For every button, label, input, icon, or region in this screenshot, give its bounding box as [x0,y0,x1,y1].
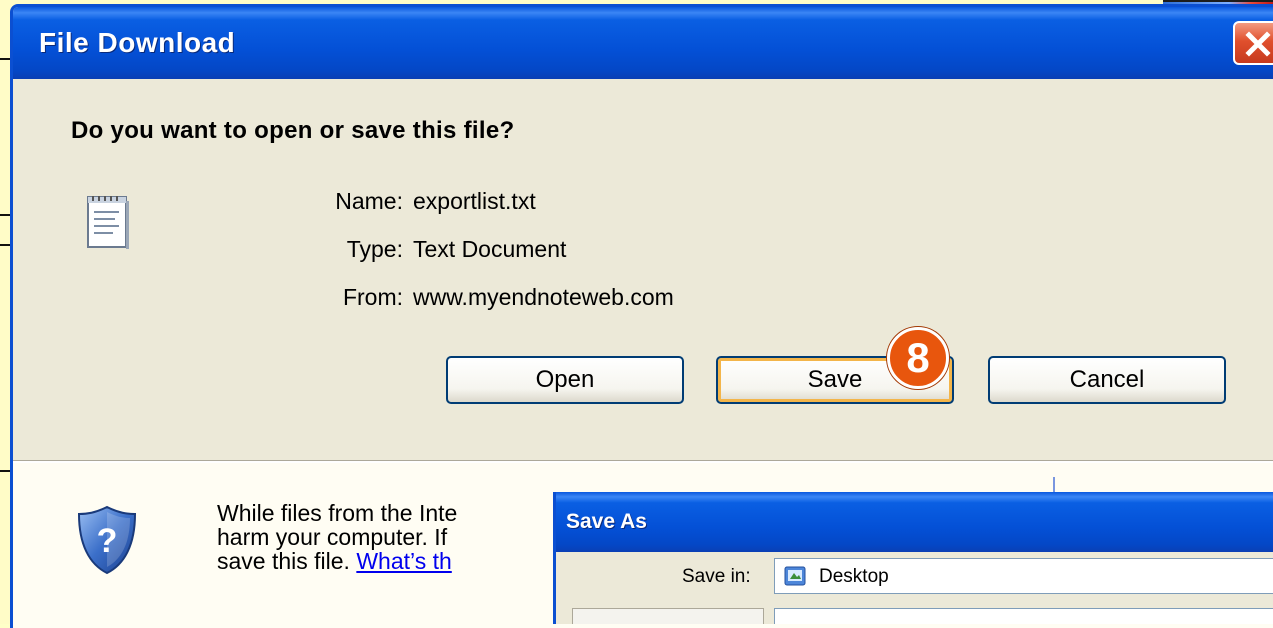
download-question: Do you want to open or save this file? [71,117,515,144]
file-source: www.myendnoteweb.com [413,284,674,310]
save-as-titlebar[interactable]: Save As [556,492,1273,552]
file-download-titlebar[interactable]: File Download [13,7,1273,79]
close-button[interactable] [1233,21,1273,65]
whats-the-risk-link[interactable]: What’s th [356,548,451,574]
file-name: exportlist.txt [413,188,536,214]
from-label: From: [342,284,403,310]
warning-line-prefix: save this file. [217,548,357,574]
security-warning-text: While files from the Inte harm your comp… [217,501,577,573]
places-bar[interactable] [572,608,764,624]
dialog-title: File Download [39,27,236,58]
type-label: Type: [346,236,403,262]
cancel-button[interactable]: Cancel [988,356,1226,404]
desktop-folder-icon [784,566,806,586]
name-label: Name: [335,188,403,214]
warning-line: save this file. What’s th [217,549,577,573]
close-icon [1245,31,1271,57]
save-in-dropdown[interactable]: Desktop [774,558,1273,594]
save-as-dialog: Save As Save in: Desktop [553,492,1273,624]
background-window-edge [1163,0,1273,2]
svg-text:?: ? [97,522,118,560]
file-type: Text Document [413,236,567,262]
open-button[interactable]: Open [446,356,684,404]
save-as-title: Save As [566,510,647,533]
save-in-label: Save in: [682,566,751,587]
warning-line: harm your computer. If [217,524,448,550]
file-list[interactable] [774,608,1273,624]
security-shield-icon: ? [77,505,137,575]
text-document-icon [87,196,129,249]
save-in-value: Desktop [819,566,889,587]
warning-line: While files from the Inte [217,500,458,526]
step-number-badge: 8 [887,327,949,389]
